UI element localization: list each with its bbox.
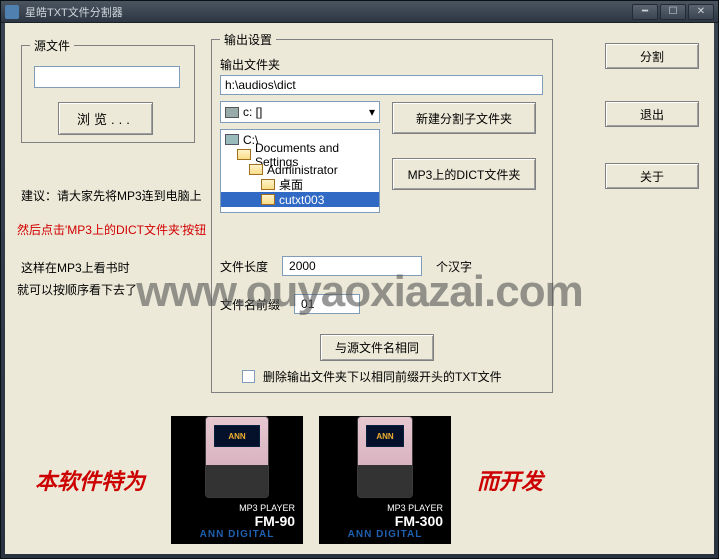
delete-prefix-checkbox[interactable] <box>242 370 255 383</box>
folder-open-icon <box>261 194 275 205</box>
product-image-2: ANN MP3 PLAYER FM-300 ANN DIGITAL <box>319 416 451 544</box>
split-button[interactable]: 分割 <box>605 43 699 69</box>
instruction-line-3: 这样在MP3上看书时 <box>21 259 130 276</box>
tree-node-selected[interactable]: cutxt003 <box>221 192 379 207</box>
device-screen: ANN <box>366 425 404 447</box>
same-as-source-button[interactable]: 与源文件名相同 <box>320 334 434 361</box>
output-folder-label: 输出文件夹 <box>220 56 544 73</box>
promo-left-text: 本软件特为 <box>35 464 145 496</box>
new-subfolder-button[interactable]: 新建分割子文件夹 <box>392 102 536 134</box>
product2-model: FM-300 <box>395 513 443 529</box>
product2-small: MP3 PLAYER <box>387 503 443 513</box>
about-button[interactable]: 关于 <box>605 163 699 189</box>
output-settings-group: 输出设置 输出文件夹 c: [] ▾ C:\ Documents and Set… <box>211 31 553 393</box>
drive-display: c: [] <box>243 105 262 119</box>
close-button[interactable]: ✕ <box>688 4 714 20</box>
output-folder-input[interactable] <box>220 75 543 95</box>
window-title: 星皓TXT文件分割器 <box>25 4 123 20</box>
chevron-down-icon: ▾ <box>369 105 375 119</box>
drive-select[interactable]: c: [] ▾ <box>220 101 380 123</box>
minimize-button[interactable]: ━ <box>632 4 658 20</box>
source-legend: 源文件 <box>30 37 74 54</box>
product2-brand: ANN DIGITAL <box>348 529 423 540</box>
delete-prefix-label: 删除输出文件夹下以相同前缀开头的TXT文件 <box>263 368 502 385</box>
tree-node[interactable]: 桌面 <box>221 177 379 192</box>
product-promo-row: 本软件特为 ANN MP3 PLAYER FM-90 ANN DIGITAL A… <box>17 413 702 547</box>
titlebar: 星皓TXT文件分割器 ━ ☐ ✕ <box>1 1 718 23</box>
product1-brand: ANN DIGITAL <box>200 529 275 540</box>
output-legend: 输出设置 <box>220 31 276 48</box>
app-window: 星皓TXT文件分割器 ━ ☐ ✕ 源文件 浏览... 建议：请大家先将MP3连到… <box>0 0 719 559</box>
drive-icon <box>225 134 239 145</box>
client-area: 源文件 浏览... 建议：请大家先将MP3连到电脑上 然后点击'MP3上的DIC… <box>5 23 714 554</box>
file-length-label: 文件长度 <box>220 258 268 275</box>
app-icon <box>5 5 19 19</box>
instruction-line-1: 建议：请大家先将MP3连到电脑上 <box>21 187 202 204</box>
browse-button[interactable]: 浏览... <box>58 102 153 135</box>
file-length-input[interactable] <box>282 256 422 276</box>
promo-right-text: 而开发 <box>477 464 543 496</box>
filename-prefix-label: 文件名前缀 <box>220 296 280 313</box>
instruction-line-4: 就可以按顺序看下去了 <box>17 281 137 298</box>
folder-open-icon <box>237 149 251 160</box>
filename-prefix-input[interactable] <box>294 294 360 314</box>
device-illustration: ANN <box>357 416 413 498</box>
product1-small: MP3 PLAYER <box>239 503 295 513</box>
exit-button[interactable]: 退出 <box>605 101 699 127</box>
product1-model: FM-90 <box>255 513 295 529</box>
folder-open-icon <box>249 164 263 175</box>
tree-node[interactable]: Documents and Settings <box>221 147 379 162</box>
folder-open-icon <box>261 179 275 190</box>
mp3-dict-folder-button[interactable]: MP3上的DICT文件夹 <box>392 158 536 190</box>
drive-icon <box>225 107 239 118</box>
source-file-group: 源文件 浏览... <box>21 37 195 143</box>
product-image-1: ANN MP3 PLAYER FM-90 ANN DIGITAL <box>171 416 303 544</box>
file-length-unit: 个汉字 <box>436 258 472 275</box>
maximize-button[interactable]: ☐ <box>660 4 686 20</box>
device-screen: ANN <box>214 425 260 447</box>
device-illustration: ANN <box>205 416 269 498</box>
instruction-line-2: 然后点击'MP3上的DICT文件夹'按钮 <box>17 221 206 238</box>
folder-tree[interactable]: C:\ Documents and Settings Administrator… <box>220 129 380 213</box>
source-file-input[interactable] <box>34 66 180 88</box>
